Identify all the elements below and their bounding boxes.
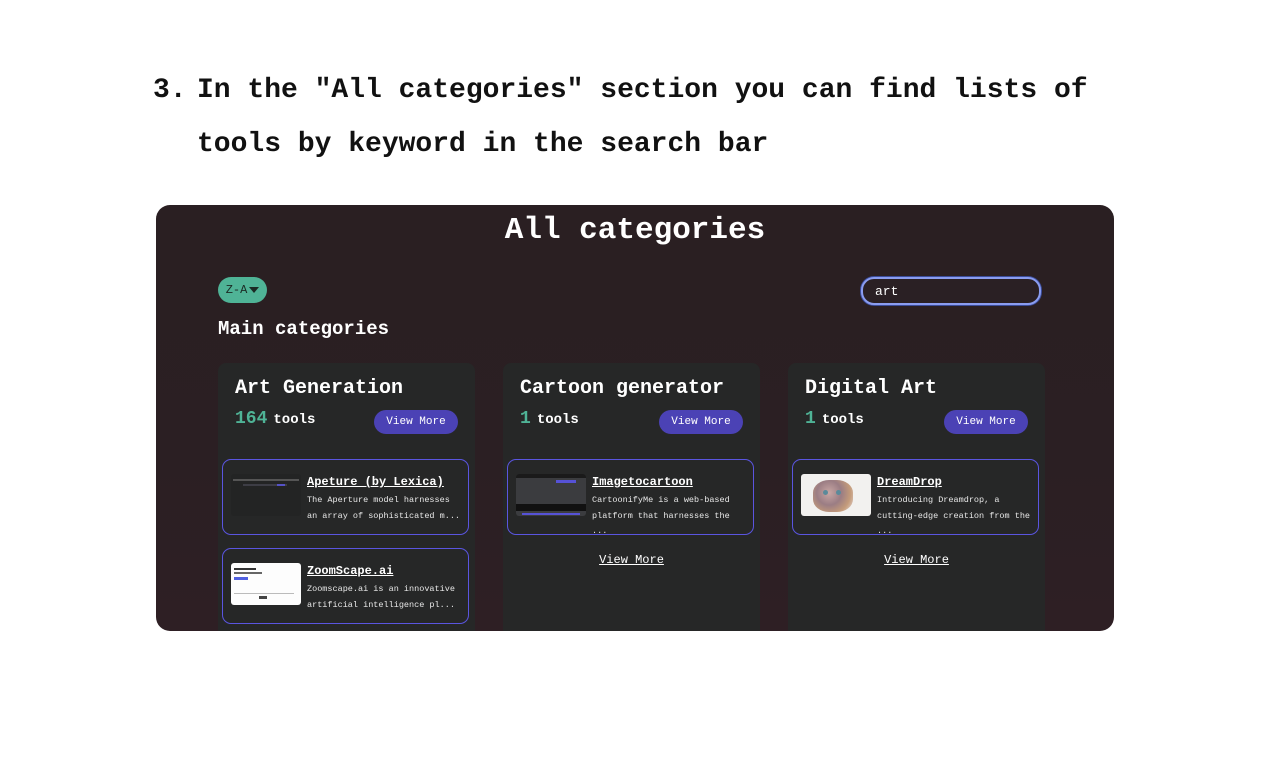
caret-down-icon [249, 287, 260, 293]
tool-count: 1 tools [805, 409, 864, 429]
sort-dropdown[interactable]: Z-A [218, 277, 267, 303]
sort-label: Z-A [225, 283, 248, 297]
category-name: Digital Art [805, 377, 938, 400]
step-number: 3. [153, 75, 187, 106]
tool-count: 1 tools [520, 409, 579, 429]
tool-count-number: 1 [805, 409, 816, 429]
tool-description: The Aperture model harnesses an array of… [307, 495, 461, 521]
tool-count-suffix: tools [536, 412, 579, 428]
view-more-link[interactable]: View More [788, 553, 1045, 567]
view-more-button[interactable]: View More [659, 410, 743, 434]
category-card-art-generation: Art Generation 164 tools View More Apetur… [218, 363, 475, 631]
tool-name-link[interactable]: Imagetocartoon [592, 475, 693, 489]
tool-card-zoomscape[interactable]: ZoomScape.ai Zoomscape.ai is an innovati… [222, 548, 469, 624]
section-heading: Main categories [218, 318, 390, 340]
tool-description: Zoomscape.ai is an innovative artificial… [307, 584, 455, 610]
category-name: Art Generation [235, 377, 404, 400]
category-card-digital-art: Digital Art 1 tools View More DreamDrop I… [788, 363, 1045, 631]
tool-name-link[interactable]: ZoomScape.ai [307, 564, 393, 578]
category-name: Cartoon generator [520, 377, 725, 400]
view-more-button[interactable]: View More [944, 410, 1028, 434]
search-input[interactable] [863, 279, 1025, 303]
tool-count-suffix: tools [273, 412, 316, 428]
instruction-step: 3. In the "All categories" section you c… [153, 64, 1113, 172]
category-card-cartoon-generator: Cartoon generator 1 tools View More Image… [503, 363, 760, 631]
tool-count: 164 tools [235, 409, 315, 429]
tool-thumbnail [801, 474, 871, 516]
tool-count-number: 164 [235, 409, 268, 429]
tool-description: Introducing Dreamdrop, a cutting-edge cr… [877, 495, 1031, 536]
all-categories-screenshot: All categories Z-A Main categories Art G… [156, 205, 1114, 631]
tool-card-imagetocartoon[interactable]: Imagetocartoon CartoonifyMe is a web-bas… [507, 459, 754, 536]
tool-thumbnail [231, 563, 301, 605]
view-more-link[interactable]: View More [503, 553, 760, 567]
tool-thumbnail [231, 474, 301, 516]
step-text: In the "All categories" section you can … [197, 75, 1088, 160]
tool-thumbnail [516, 474, 586, 516]
page-title: All categories [504, 213, 766, 248]
tool-description: CartoonifyMe is a web-based platform tha… [592, 495, 730, 536]
tool-card-apeture[interactable]: Apeture (by Lexica) The Aperture model h… [222, 459, 469, 535]
tool-count-suffix: tools [821, 412, 864, 428]
view-more-button[interactable]: View More [374, 410, 458, 434]
tool-name-link[interactable]: Apeture (by Lexica) [307, 475, 444, 489]
tool-count-number: 1 [520, 409, 531, 429]
search-box[interactable] [861, 277, 1041, 305]
tool-card-dreamdrop[interactable]: DreamDrop Introducing Dreamdrop, a cutti… [792, 459, 1039, 536]
tool-name-link[interactable]: DreamDrop [877, 475, 942, 489]
